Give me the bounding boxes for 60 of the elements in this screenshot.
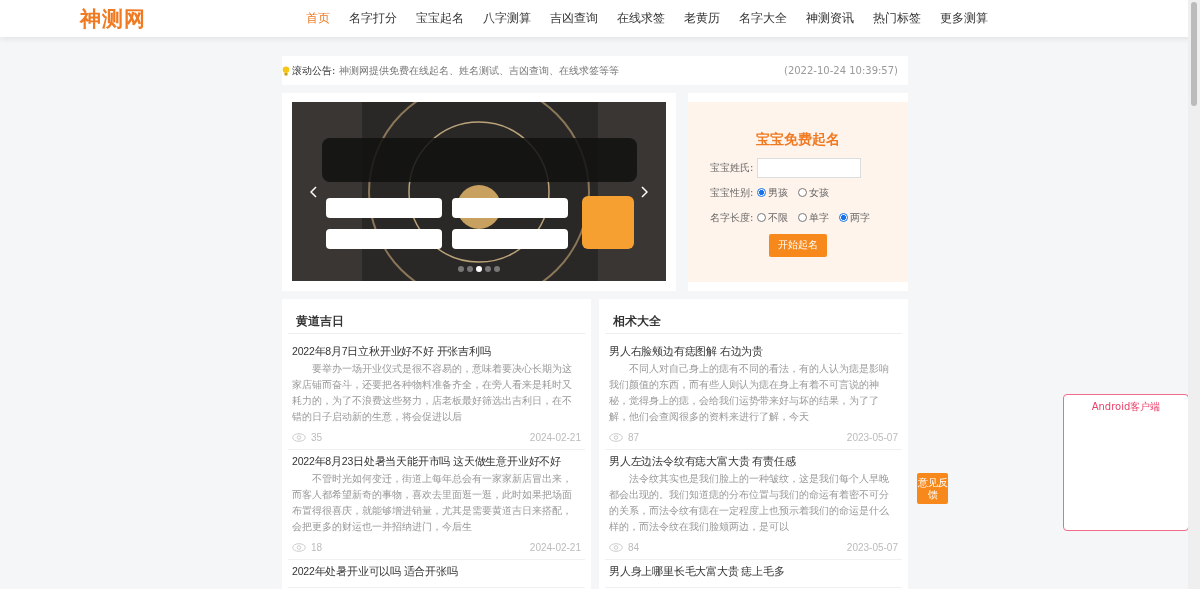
article-date: 2023-05-07	[846, 431, 898, 443]
notice-text: 神测网提供免费在线起名、姓名测试、吉凶查询、在线求签等等	[339, 63, 621, 78]
radio-button[interactable]	[798, 213, 808, 222]
surname-field[interactable]	[757, 157, 862, 178]
nav-link[interactable]: 更多测算	[930, 0, 997, 37]
article-title[interactable]: 2022年8月23日处暑当天能开市吗 这天做生意开业好不好	[292, 454, 581, 469]
section-title: 相术大全	[605, 299, 902, 334]
chevron-right-icon[interactable]	[641, 186, 648, 198]
nav-link[interactable]: 神测资讯	[796, 0, 863, 37]
article-title[interactable]: 男人左边法令纹有痣大富大贵 有责任感	[609, 454, 898, 469]
eye-icon	[609, 432, 623, 442]
scrollbar-thumb[interactable]	[1191, 2, 1197, 106]
nav-link[interactable]: 宝宝起名	[406, 0, 473, 37]
article-date: 2024-02-21	[529, 541, 581, 553]
carousel-dot[interactable]	[494, 266, 500, 272]
radio-button[interactable]	[798, 188, 808, 197]
view-count: 18	[311, 541, 323, 553]
nav-link[interactable]: 老黄历	[674, 0, 729, 37]
nav-link[interactable]: 名字大全	[729, 0, 796, 37]
article-excerpt: 要举办一场开业仪式是很不容易的，意味着要决心长期为这家店铺而奋斗，还要把各种物料准备齐全，在旁人看来是耗时又耗力的，为了不浪费这些努力，店老板最好筛选出吉利日，在不错的日子启动新的生意，将会促进以后	[292, 362, 573, 424]
radio-button[interactable]	[839, 213, 849, 222]
article-excerpt: 不同人对自己身上的痣有不同的看法，有的人认为痣是影响我们颜值的东西，而有些人则认为痣在身上有着不可言说的神秘，觉得身上的痣，会给我们运势带来好与坏的结果，为了了解，他们会查阅很多的资料来进行了解，今天	[609, 362, 890, 424]
article-title[interactable]: 男人身上哪里长毛大富大贵 痣上毛多	[609, 564, 898, 579]
carousel-dot[interactable]	[458, 266, 464, 272]
chevron-left-icon[interactable]	[310, 186, 317, 198]
article-date: 2024-02-21	[529, 431, 581, 443]
nav-link[interactable]: 八字测算	[473, 0, 540, 37]
field-label: 宝宝性别:	[710, 185, 754, 200]
article-title[interactable]: 男人右脸颊边有痣图解 右边为贵	[609, 344, 898, 359]
eye-icon	[292, 542, 306, 552]
article-date: 2023-05-07	[846, 541, 898, 553]
radio-label: 男孩	[768, 185, 789, 200]
notice-time: (2022-10-24 10:39:57)	[784, 65, 898, 76]
lightbulb-icon	[282, 65, 290, 76]
app-title: Android客户端	[1091, 401, 1161, 412]
radio-label: 两字	[850, 210, 871, 225]
section-title: 黄道吉日	[288, 299, 585, 334]
view-count: 87	[628, 431, 640, 443]
eye-icon	[609, 542, 623, 552]
article-title[interactable]: 2022年处暑开业可以吗 适合开张吗	[292, 564, 581, 579]
radio-button[interactable]	[757, 188, 767, 197]
radio-label: 女孩	[809, 185, 830, 200]
radio-label: 不限	[768, 210, 789, 225]
carousel-dot[interactable]	[476, 266, 482, 272]
radio-button[interactable]	[757, 213, 767, 222]
article-title[interactable]: 2022年8月7日立秋开业好不好 开张吉利吗	[292, 344, 581, 359]
radio-label: 单字	[809, 210, 830, 225]
form-title: 宝宝免费起名	[756, 131, 840, 149]
notice-label: 滚动公告:	[292, 63, 336, 78]
eye-icon	[292, 432, 306, 442]
nav-link[interactable]: 热门标签	[863, 0, 930, 37]
carousel-dot[interactable]	[485, 266, 491, 272]
nav-link[interactable]: 吉凶查询	[540, 0, 607, 37]
view-count: 84	[628, 541, 640, 553]
field-label: 宝宝姓氏:	[710, 160, 754, 175]
carousel-dot[interactable]	[467, 266, 473, 272]
nav-link[interactable]: 在线求签	[607, 0, 674, 37]
view-count: 35	[311, 431, 323, 443]
field-label: 名字长度:	[710, 210, 754, 225]
nav-link[interactable]: 名字打分	[339, 0, 406, 37]
